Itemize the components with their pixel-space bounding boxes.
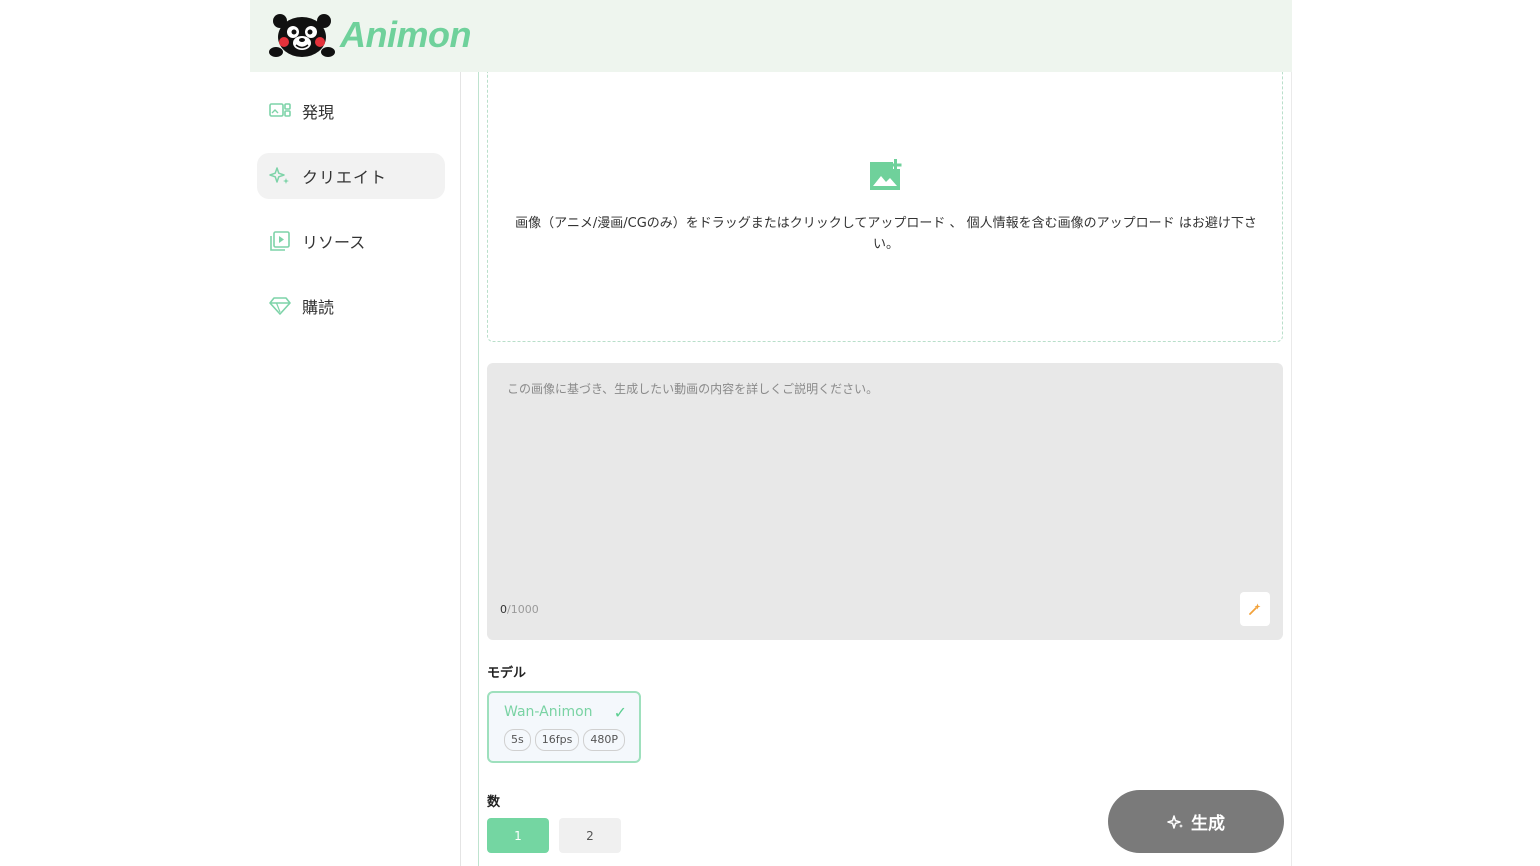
model-option-wan-animon[interactable]: Wan-Animon ✓ 5s 16fps 480P: [487, 691, 641, 763]
upload-instruction: 画像（アニメ/漫画/CGのみ）をドラッグまたはクリックしてアップロード 、 個人…: [515, 216, 1257, 252]
sidebar-item-create[interactable]: クリエイト: [257, 153, 445, 199]
model-tags: 5s 16fps 480P: [504, 729, 625, 751]
sidebar-item-discover[interactable]: 発現: [257, 88, 445, 134]
count-option-1[interactable]: 1: [487, 818, 549, 853]
check-icon: ✓: [613, 703, 627, 722]
main-right-edge: [1291, 72, 1292, 866]
generate-button-label: 生成: [1191, 814, 1225, 834]
model-name: Wan-Animon: [504, 704, 593, 720]
logo[interactable]: Animon: [266, 12, 471, 58]
prompt-enhance-button[interactable]: [1240, 592, 1270, 626]
app-window: Animon 発現 クリエイト リソース 購読 画像（アニメ/漫画/CGのみ）を…: [250, 0, 1292, 866]
sidebar-item-label: 購読: [302, 298, 335, 317]
char-limit: /1000: [507, 603, 539, 616]
sparkle-icon: [269, 165, 291, 187]
diamond-icon: [269, 295, 291, 317]
generate-button[interactable]: 生成: [1108, 790, 1284, 853]
model-tag-duration: 5s: [504, 729, 531, 751]
prompt-input[interactable]: [487, 363, 1283, 593]
header: Animon: [250, 0, 1292, 72]
model-section-label: モデル: [487, 666, 527, 681]
video-library-icon: [269, 230, 291, 252]
count-option-2[interactable]: 2: [559, 818, 621, 853]
sidebar-item-subscribe[interactable]: 購読: [257, 283, 445, 329]
discover-icon: [269, 100, 291, 122]
sidebar-item-label: クリエイト: [302, 168, 388, 187]
main-divider: [478, 72, 479, 866]
char-count: 0: [500, 603, 507, 616]
add-image-icon: [870, 159, 902, 190]
sidebar: 発現 クリエイト リソース 購読: [250, 72, 461, 866]
image-upload-dropzone[interactable]: 画像（アニメ/漫画/CGのみ）をドラッグまたはクリックしてアップロード 、 個人…: [487, 72, 1283, 342]
bear-mascot-icon: [269, 14, 335, 57]
prompt-box: 0/1000: [487, 363, 1283, 640]
sidebar-item-resources[interactable]: リソース: [257, 218, 445, 264]
model-tag-resolution: 480P: [583, 729, 625, 751]
model-tag-fps: 16fps: [534, 729, 580, 751]
char-counter: 0/1000: [500, 603, 539, 616]
sparkle-icon: [1167, 814, 1183, 829]
brand-name: Animon: [340, 14, 471, 55]
count-section-label: 数: [487, 795, 501, 810]
sidebar-item-label: リソース: [302, 233, 366, 252]
magic-wand-icon: [1249, 603, 1261, 615]
sidebar-item-label: 発現: [302, 103, 335, 122]
